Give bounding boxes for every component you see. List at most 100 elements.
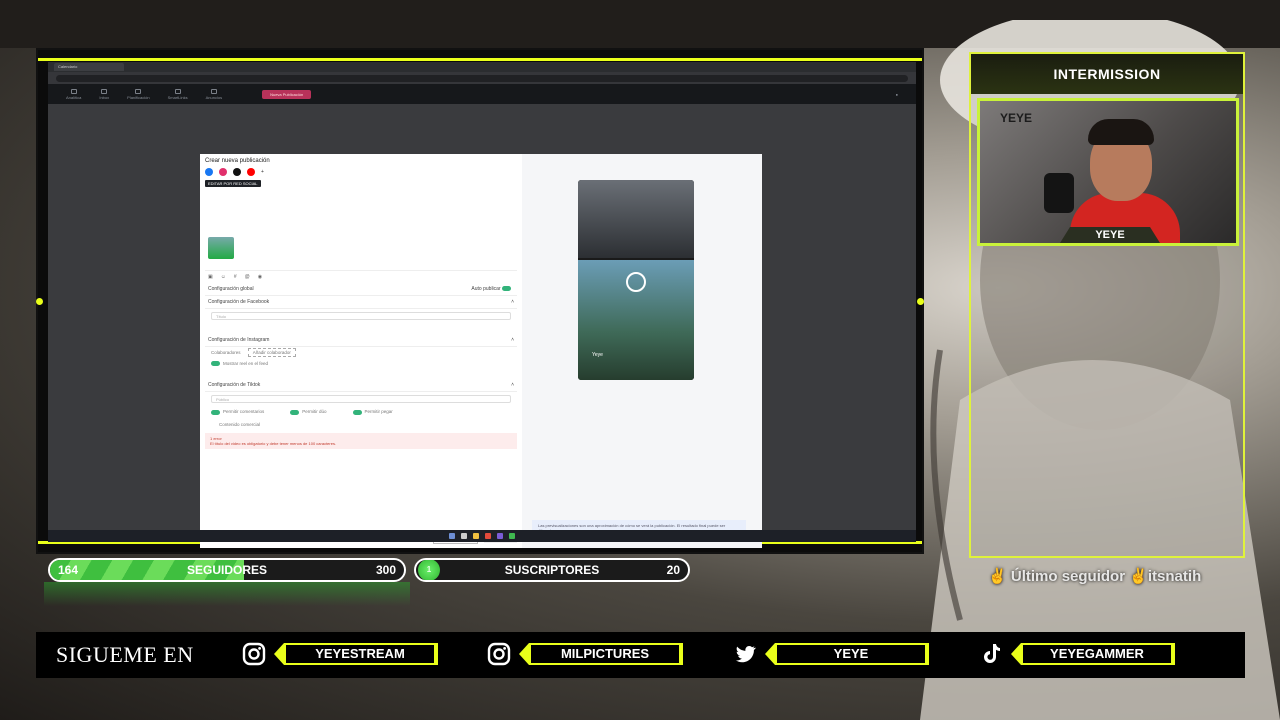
tiktok-icon	[984, 644, 1000, 663]
post-editor-panel: Crear nueva publicación + EDITAR POR RED…	[200, 154, 522, 548]
show-feed-toggle[interactable]	[211, 361, 220, 367]
instagram-icon	[487, 642, 511, 666]
section-global[interactable]: Configuración global Auto publicar	[205, 283, 517, 296]
add-collaborator-button[interactable]: Añadir colaborador	[247, 348, 296, 357]
allow-duet[interactable]: Permitir dúo	[290, 409, 327, 415]
chevron-up-icon: ˄	[511, 382, 514, 389]
allow-stitch[interactable]: Permitir pegar	[352, 409, 393, 415]
calendar-icon	[135, 88, 142, 94]
add-account-icon[interactable]: +	[261, 169, 264, 175]
new-post-button[interactable]: Nueva Publicación	[262, 89, 312, 99]
nav-inbox[interactable]: Inbox	[99, 88, 109, 100]
social-title: SIGUEME EN	[56, 642, 194, 667]
browser-tab[interactable]: Calendario	[54, 63, 124, 71]
megaphone-icon	[210, 88, 217, 94]
section-instagram[interactable]: Configuración de Instagram ˄	[205, 334, 517, 347]
phone-preview: Yeye	[578, 180, 694, 380]
followers-goal: 164 SEGUIDORES 300	[48, 558, 406, 582]
chevron-up-icon: ˄	[511, 299, 514, 305]
intermission-panel: INTERMISSION YEYE YEYE	[969, 52, 1245, 558]
emoji-icon[interactable]: ☺	[221, 274, 226, 280]
tiktok-permissions: Permitir comentarios Permitir dúo Permit…	[205, 406, 517, 417]
start-icon[interactable]	[449, 533, 455, 539]
privacy-select[interactable]: Público	[211, 395, 511, 404]
app-icon[interactable]	[509, 533, 515, 539]
chevron-up-icon: ˄	[511, 337, 514, 343]
hashtag-icon[interactable]: #	[234, 274, 237, 280]
wall-text: YEYE	[1000, 111, 1033, 125]
followers-target: 300	[375, 563, 396, 577]
capture-top-edge	[38, 58, 922, 61]
collaborators-row: Colaboradores Añadir colaborador	[205, 347, 517, 358]
user-menu[interactable]: ●	[896, 92, 898, 97]
tiktok-icon[interactable]	[233, 168, 241, 176]
social-tag: MILPICTURES	[519, 643, 683, 665]
screen-capture: Calendario Analítica Inbox Planificación…	[36, 48, 924, 554]
show-feed-row: Mostrar reel en el feed	[205, 358, 517, 369]
app-icon[interactable]	[497, 533, 503, 539]
subscribers-target: 20	[666, 563, 680, 577]
section-facebook[interactable]: Configuración de Facebook ˄	[205, 296, 517, 309]
goal-glow	[44, 582, 410, 606]
webcam-feed: YEYE YEYE	[977, 98, 1239, 246]
social-tag: YEYEGAMMER	[1011, 643, 1175, 665]
nav-ads[interactable]: Anuncios	[206, 88, 222, 100]
play-icon[interactable]	[626, 272, 646, 292]
social-item-instagram-1: YEYESTREAM	[242, 642, 438, 666]
browser-window: Calendario Analítica Inbox Planificación…	[48, 62, 916, 548]
social-tag: YEYESTREAM	[274, 643, 438, 665]
allow-comments-toggle[interactable]	[211, 409, 220, 415]
preview-cam	[578, 180, 694, 258]
preview-name: Yeye	[592, 352, 603, 358]
last-follower: ✌ Último seguidor ✌itsnatih	[988, 567, 1201, 585]
mention-icon[interactable]: @	[245, 274, 250, 280]
address-bar	[48, 72, 916, 84]
auto-publish[interactable]: Auto publicar	[471, 286, 514, 292]
video-thumbnail[interactable]	[208, 237, 234, 259]
capture-dot-right	[917, 298, 924, 305]
facebook-icon[interactable]	[205, 168, 213, 176]
social-handle: YEYEGAMMER	[1023, 645, 1171, 663]
last-follower-name: itsnatih	[1147, 568, 1202, 585]
instagram-icon[interactable]	[219, 168, 227, 176]
media-icon[interactable]: ▣	[208, 274, 213, 280]
chart-icon	[70, 88, 77, 94]
search-icon[interactable]	[461, 533, 467, 539]
folder-icon[interactable]	[473, 533, 479, 539]
nav-analytics[interactable]: Analítica	[66, 88, 81, 100]
location-icon[interactable]: ◉	[258, 274, 262, 280]
social-handle: YEYESTREAM	[286, 645, 434, 663]
streamer-hair	[1088, 119, 1154, 145]
instagram-icon	[242, 642, 266, 666]
nav-smartlinks[interactable]: SmartLinks	[168, 88, 188, 100]
browser-tabbar: Calendario	[48, 62, 916, 72]
social-handle: MILPICTURES	[531, 645, 679, 663]
post-text-editor[interactable]	[205, 191, 517, 271]
intermission-title: INTERMISSION	[971, 54, 1243, 94]
auto-publish-toggle[interactable]	[502, 286, 511, 292]
allow-comments[interactable]: Permitir comentarios	[211, 409, 264, 415]
error-box: 1 error El título del video es obligator…	[205, 432, 517, 449]
preview-panel: Yeye Las previsualizaciones son una apro…	[522, 154, 762, 548]
account-selector: +	[205, 168, 517, 176]
followers-label: SEGUIDORES	[186, 563, 267, 577]
social-item-tiktok: YEYEGAMMER	[979, 642, 1175, 666]
cam-nameplate: YEYE	[1060, 227, 1160, 243]
commercial-content[interactable]: Contenido comercial	[205, 418, 517, 431]
allow-duet-toggle[interactable]	[290, 409, 300, 415]
section-tiktok[interactable]: Configuración de Tiktok ˄	[205, 379, 517, 393]
title-field[interactable]: Título	[211, 312, 511, 320]
nav-planning[interactable]: Planificación	[127, 88, 150, 100]
youtube-icon[interactable]	[247, 168, 255, 176]
subscribers-goal: 1 SUSCRIPTORES 20	[414, 558, 690, 582]
modal-title: Crear nueva publicación	[205, 158, 270, 164]
create-post-modal: Crear nueva publicación + EDITAR POR RED…	[200, 154, 762, 548]
workspace: Crear nueva publicación + EDITAR POR RED…	[48, 104, 916, 548]
allow-stitch-toggle[interactable]	[352, 409, 362, 415]
chrome-icon[interactable]	[485, 533, 491, 539]
editor-toolbar: ▣ ☺ # @ ◉	[205, 271, 517, 283]
edit-by-network-button[interactable]: EDITAR POR RED SOCIAL	[205, 180, 261, 187]
url-field[interactable]	[56, 74, 908, 82]
last-follower-label: Último seguidor	[1010, 568, 1126, 585]
star-icon: ✌	[988, 568, 1007, 585]
